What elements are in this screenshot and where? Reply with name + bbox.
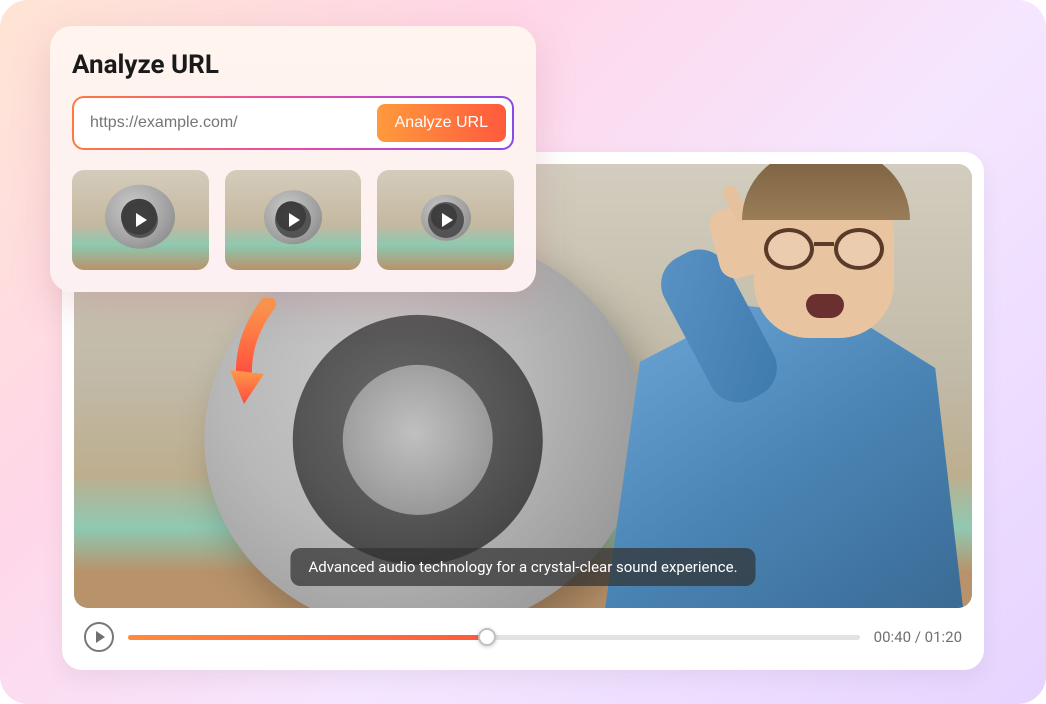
play-icon: [96, 631, 105, 643]
glasses-icon: [764, 228, 884, 270]
play-button[interactable]: [84, 622, 114, 652]
video-thumbnails: [72, 170, 514, 270]
progress-handle[interactable]: [478, 628, 496, 646]
progress-bar[interactable]: [128, 635, 860, 640]
player-controls: 00:40 / 01:20: [74, 608, 972, 656]
time-display: 00:40 / 01:20: [874, 628, 962, 646]
analyze-url-button[interactable]: Analyze URL: [377, 104, 506, 142]
url-input-row: Analyze URL: [72, 96, 514, 150]
thumbnail-1[interactable]: [72, 170, 209, 270]
analyze-url-panel: Analyze URL Analyze URL: [50, 26, 536, 292]
panel-title: Analyze URL: [72, 50, 514, 80]
app-container: Advanced audio technology for a crystal-…: [0, 0, 1046, 704]
play-icon: [275, 202, 311, 238]
play-icon: [122, 202, 158, 238]
thumbnail-2[interactable]: [225, 170, 362, 270]
thumbnail-3[interactable]: [377, 170, 514, 270]
video-caption: Advanced audio technology for a crystal-…: [290, 548, 755, 586]
url-input[interactable]: [90, 114, 369, 132]
presenter-person: [564, 164, 972, 608]
progress-fill: [128, 635, 487, 640]
play-icon: [428, 202, 464, 238]
